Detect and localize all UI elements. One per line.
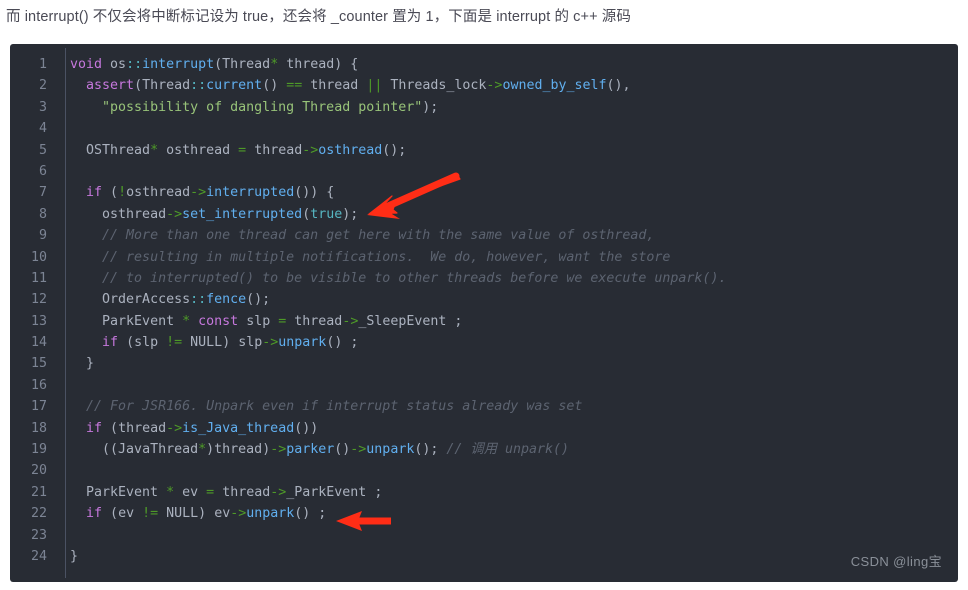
- code-line-row: 8 osthread->set_interrupted(true);: [10, 204, 958, 225]
- code-line-row: 11 // to interrupted() to be visible to …: [10, 268, 958, 289]
- code-line-row: 13 ParkEvent * const slp = thread->_Slee…: [10, 311, 958, 332]
- line-number: 14: [30, 335, 47, 351]
- code-line-row: 19 ((JavaThread*)thread)->parker()->unpa…: [10, 439, 958, 460]
- line-number: 18: [30, 420, 47, 436]
- code-line-row: 2 assert(Thread::current() == thread || …: [10, 75, 958, 96]
- code-line-row: 20: [10, 460, 958, 481]
- code-line-row: 10 // resulting in multiple notification…: [10, 247, 958, 268]
- code-line-text: assert(Thread::current() == thread || Th…: [86, 78, 631, 94]
- code-line-text: if (slp != NULL) slp->unpark() ;: [102, 335, 359, 351]
- code-line-row: 15 }: [10, 353, 958, 374]
- code-lines-container: 1 void os::interrupt(Thread* thread) { 2…: [10, 44, 958, 582]
- line-number: 13: [30, 313, 47, 329]
- code-line-text: OrderAccess::fence();: [102, 292, 271, 308]
- code-line-text: if (thread->is_Java_thread()): [86, 420, 319, 436]
- intro-paragraph: 而 interrupt() 不仅会将中断标记设为 true，还会将 _count…: [6, 9, 631, 25]
- line-number: 5: [38, 142, 47, 158]
- code-line-row: 7 if (!osthread->interrupted()) {: [10, 182, 958, 203]
- line-number: 22: [30, 506, 47, 522]
- screenshot-page: 而 interrupt() 不仅会将中断标记设为 true，还会将 _count…: [0, 0, 968, 590]
- code-line-text: [56, 525, 958, 546]
- line-number: 24: [30, 548, 47, 564]
- code-line-text: "possibility of dangling Thread pointer"…: [102, 99, 439, 115]
- line-number: 2: [38, 78, 47, 94]
- line-number: 21: [30, 484, 47, 500]
- code-line-row: 9 // More than one thread can get here w…: [10, 225, 958, 246]
- line-number: 20: [30, 463, 47, 479]
- code-line-text: // More than one thread can get here wit…: [102, 228, 655, 244]
- line-number: 8: [38, 206, 47, 222]
- code-line-text: [56, 460, 958, 481]
- code-line-row: 12 OrderAccess::fence();: [10, 289, 958, 310]
- code-line-text: // resulting in multiple notifications. …: [102, 249, 671, 265]
- gutter-divider: [65, 48, 66, 578]
- code-line-row: 16: [10, 375, 958, 396]
- code-line-row: 18 if (thread->is_Java_thread()): [10, 418, 958, 439]
- line-number: 23: [30, 527, 47, 543]
- line-number: 16: [30, 377, 47, 393]
- code-line-text: }: [70, 548, 79, 564]
- code-block: 1 void os::interrupt(Thread* thread) { 2…: [10, 44, 958, 582]
- line-number: 7: [38, 185, 47, 201]
- code-line-row: 22 if (ev != NULL) ev->unpark() ;: [10, 503, 958, 524]
- code-line-row: 6: [10, 161, 958, 182]
- code-line-text: }: [86, 356, 95, 372]
- code-line-text: // to interrupted() to be visible to oth…: [102, 270, 727, 286]
- watermark: CSDN @ling宝: [850, 554, 942, 569]
- code-line-text: [56, 118, 958, 139]
- line-number: 3: [38, 99, 47, 115]
- line-number: 10: [30, 249, 47, 265]
- code-line-text: ParkEvent * const slp = thread->_SleepEv…: [102, 313, 463, 329]
- code-line-row: 14 if (slp != NULL) slp->unpark() ;: [10, 332, 958, 353]
- code-line-text: [56, 161, 958, 182]
- code-top-padding: [10, 44, 958, 54]
- code-line-text: // For JSR166. Unpark even if interrupt …: [86, 399, 583, 415]
- line-number: 12: [30, 292, 47, 308]
- code-line-text: void os::interrupt(Thread* thread) {: [70, 57, 359, 72]
- code-line-row: 17 // For JSR166. Unpark even if interru…: [10, 396, 958, 417]
- code-line-row: 5 OSThread* osthread = thread->osthread(…: [10, 140, 958, 161]
- code-line-row: 24 }: [10, 546, 958, 567]
- code-line-row: 21 ParkEvent * ev = thread->_ParkEvent ;: [10, 482, 958, 503]
- code-line-text: if (ev != NULL) ev->unpark() ;: [86, 506, 327, 522]
- code-line-text: osthread->set_interrupted(true);: [102, 206, 359, 222]
- code-line-text: [56, 375, 958, 396]
- line-number: 15: [30, 356, 47, 372]
- code-line-text: if (!osthread->interrupted()) {: [86, 185, 335, 201]
- line-number: 4: [38, 121, 47, 137]
- line-number: 19: [30, 442, 47, 458]
- line-number: 6: [38, 163, 47, 179]
- code-line-row: 1 void os::interrupt(Thread* thread) {: [10, 54, 958, 75]
- line-number: 11: [30, 270, 47, 286]
- code-line-row: 3 "possibility of dangling Thread pointe…: [10, 97, 958, 118]
- line-number: 17: [30, 399, 47, 415]
- code-line-text: ParkEvent * ev = thread->_ParkEvent ;: [86, 484, 383, 500]
- line-number: 9: [38, 228, 47, 244]
- code-line-row: 4: [10, 118, 958, 139]
- code-line-text: ((JavaThread*)thread)->parker()->unpark(…: [102, 442, 570, 458]
- line-number: 1: [38, 57, 47, 72]
- code-line-row: 23: [10, 525, 958, 546]
- code-line-text: OSThread* osthread = thread->osthread();: [86, 142, 407, 158]
